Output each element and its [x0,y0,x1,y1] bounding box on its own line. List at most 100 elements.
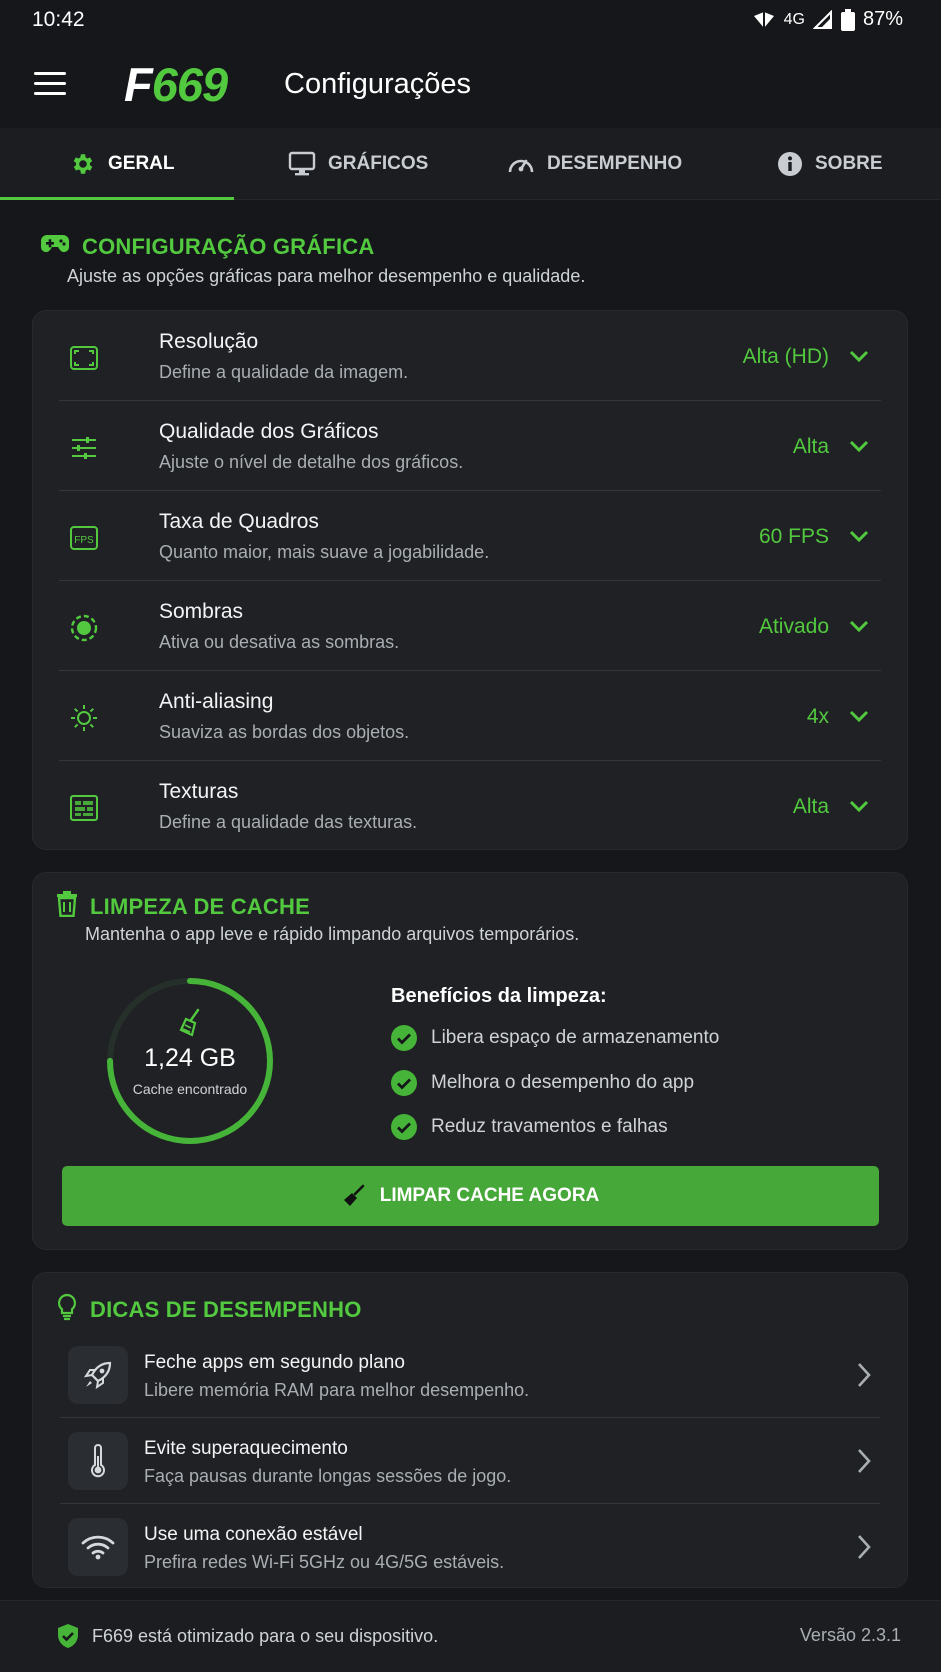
tab-label: GRÁFICOS [328,153,429,174]
check-circle-icon [391,1070,417,1096]
chevron-right-icon [858,1535,871,1559]
info-icon [777,151,803,177]
benefit-item: Reduz travamentos e falhas [391,1114,668,1140]
setting-description: Ajuste o nível de detalhe dos gráficos. [159,452,464,472]
tip-description: Libere memória RAM para melhor desempenh… [144,1380,530,1400]
rocket-icon [68,1346,128,1404]
chevron-down-icon [849,530,869,543]
page-title: Configurações [284,68,471,100]
shadow-icon [70,614,98,642]
tip-label: Feche apps em segundo plano [144,1352,405,1373]
chevron-down-icon [849,800,869,813]
setting-label: Resolução [159,330,259,353]
setting-value: 4x [806,705,829,728]
wifi-icon [68,1518,128,1576]
speedometer-icon [507,152,535,176]
benefits-title: Benefícios da limpeza: [391,985,607,1007]
cache-section-subtitle: Mantenha o app leve e rápido limpando ar… [85,924,580,944]
chevron-right-icon [858,1363,871,1387]
monitor-icon [288,151,316,177]
status-bar: 10:42 4G 87% [0,0,941,42]
setting-description: Suaviza as bordas dos objetos. [159,722,410,742]
setting-label: Anti-aliasing [159,690,274,713]
thermometer-icon [68,1432,128,1490]
setting-label: Taxa de Quadros [159,510,319,533]
graphics-settings-card: Resolução Define a qualidade da imagem. … [32,310,908,850]
check-circle-icon [391,1114,417,1140]
tip-description: Faça pausas durante longas sessões de jo… [144,1466,512,1486]
fps-icon: FPS [70,526,98,550]
tips-section-title: DICAS DE DESEMPENHO [56,1293,362,1327]
cache-section-title: LIMPEZA DE CACHE [56,891,310,923]
app-version: Versão 2.3.1 [799,1625,901,1645]
app-bar: F669 Configurações [0,42,941,128]
setting-value: Alta (HD) [742,345,829,368]
setting-label: Sombras [159,600,244,623]
chevron-right-icon [858,1449,871,1473]
check-circle-icon [391,1025,417,1051]
broom-icon [179,1008,200,1037]
broom-icon [343,1184,365,1206]
tip-label: Use uma conexão estável [144,1524,363,1545]
setting-value: Alta [792,435,829,458]
setting-label: Texturas [159,780,239,803]
tab-label: SOBRE [815,153,883,174]
chevron-down-icon [849,710,869,723]
graphics-section-title: CONFIGURAÇÃO GRÁFICA [40,233,374,261]
benefit-item: Melhora o desempenho do app [391,1070,694,1096]
chevron-down-icon [849,350,869,363]
setting-description: Ativa ou desativa as sombras. [159,632,400,652]
active-tab-indicator [0,197,234,200]
data-saver-icon [753,11,774,28]
tip-label: Evite superaquecimento [144,1438,348,1459]
shield-check-icon [58,1624,78,1648]
setting-row-taxa-quadros[interactable]: FPS Taxa de Quadros Quanto maior, mais s… [59,491,881,581]
setting-value: Alta [792,795,829,818]
status-icons: 4G 87% [752,8,903,31]
sun-icon [71,705,97,731]
tab-label: GERAL [108,153,175,174]
setting-description: Define a qualidade das texturas. [159,812,418,832]
tab-bar: GERAL GRÁFICOS DESEMPENHO SOBRE [0,128,941,200]
resolution-icon [70,346,98,370]
setting-label: Qualidade dos Gráficos [159,420,379,443]
setting-row-qualidade-graficos[interactable]: Qualidade dos Gráficos Ajuste o nível de… [59,401,881,491]
tab-label: DESEMPENHO [547,153,683,174]
setting-value: Ativado [758,615,829,638]
setting-row-texturas[interactable]: Texturas Define a qualidade das texturas… [59,761,881,851]
menu-icon[interactable] [34,70,68,96]
tip-item[interactable]: Use uma conexão estável Prefira redes Wi… [60,1504,880,1590]
clear-cache-button[interactable]: LIMPAR CACHE AGORA [62,1166,879,1226]
fps-icon-text: FPS [74,535,94,546]
cache-amount: 1,24 GB [144,1044,236,1072]
battery-level: 87% [862,8,903,30]
benefit-item: Libera espaço de armazenamento [391,1025,719,1051]
battery-icon [840,8,855,31]
setting-row-resolucao[interactable]: Resolução Define a qualidade da imagem. … [59,311,881,401]
tab-sobre[interactable]: SOBRE [777,128,883,200]
trash-icon [56,891,78,923]
setting-row-anti-aliasing[interactable]: Anti-aliasing Suaviza as bordas dos obje… [59,671,881,761]
status-time: 10:42 [32,8,85,31]
chevron-down-icon [849,440,869,453]
app-logo: F669 [124,58,228,111]
tab-graficos[interactable]: GRÁFICOS [288,128,428,200]
tab-desempenho[interactable]: DESEMPENHO [507,128,682,200]
texture-icon [70,795,98,821]
cache-amount-label: Cache encontrado [132,1081,248,1097]
tip-description: Prefira redes Wi-Fi 5GHz ou 4G/5G estáve… [144,1552,505,1572]
setting-row-sombras[interactable]: Sombras Ativa ou desativa as sombras. At… [59,581,881,671]
signal-icon [812,9,832,29]
gamepad-icon [40,233,70,261]
graphics-section-subtitle: Ajuste as opções gráficas para melhor de… [67,266,586,286]
tip-item[interactable]: Evite superaquecimento Faça pausas duran… [60,1418,880,1504]
sliders-icon [72,437,96,459]
setting-description: Define a qualidade da imagem. [159,362,409,382]
setting-description: Quanto maior, mais suave a jogabilidade. [159,542,490,562]
lightbulb-icon [56,1293,78,1327]
tab-geral[interactable]: GERAL [70,128,175,200]
chevron-down-icon [849,620,869,633]
footer: F669 está otimizado para o seu dispositi… [0,1600,941,1672]
setting-value: 60 FPS [758,525,829,548]
tip-item[interactable]: Feche apps em segundo plano Libere memór… [60,1332,880,1418]
